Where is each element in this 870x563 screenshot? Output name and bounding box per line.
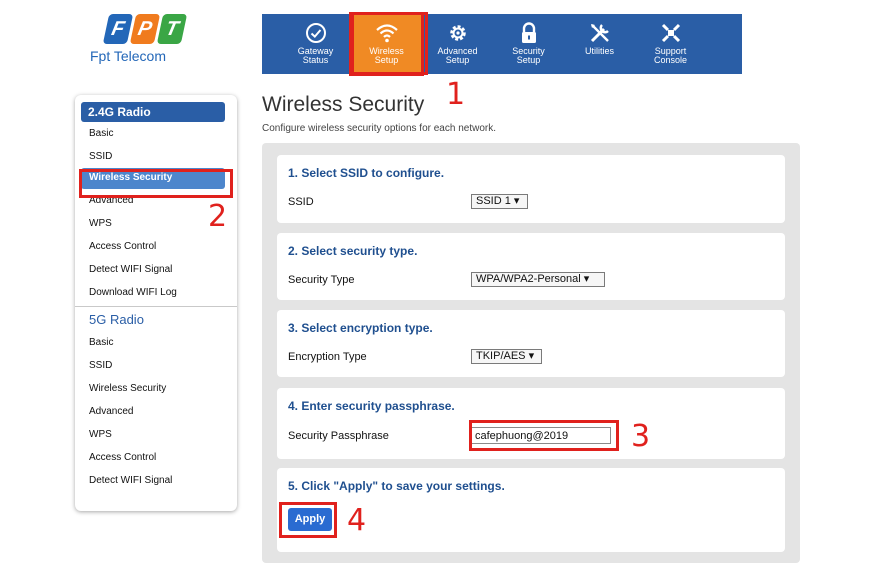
sidebar-item-access-control[interactable]: Access Control	[75, 235, 237, 258]
step4-title: 4. Enter security passphrase.	[288, 399, 455, 413]
logo-letter-p: P	[129, 14, 161, 44]
sidebar-header-24g: 2.4G Radio	[81, 102, 225, 122]
sidebar-item-ssid[interactable]: SSID	[75, 145, 237, 168]
sidebar-item-5g-ssid[interactable]: SSID	[75, 354, 237, 377]
highlight-wireless-security	[79, 169, 233, 198]
nav-utilities[interactable]: Utilities	[564, 14, 635, 74]
highlight-apply	[279, 502, 337, 538]
router-admin-page: F P T Fpt Telecom Gateway Status Wireles…	[0, 0, 870, 563]
sidebar: 2.4G Radio Basic SSID Wireless Security …	[75, 95, 237, 511]
step1-title: 1. Select SSID to configure.	[288, 166, 445, 180]
nav-security-setup[interactable]: Security Setup	[493, 14, 564, 74]
top-nav: Gateway Status Wireless Setup Advanced S…	[262, 12, 742, 76]
fpt-logo: F P T Fpt Telecom	[90, 14, 200, 76]
step5-title: 5. Click "Apply" to save your settings.	[288, 479, 505, 493]
sidebar-header-5g: 5G Radio	[89, 312, 144, 327]
sidebar-item-5g-access-control[interactable]: Access Control	[75, 446, 237, 469]
step2-title: 2. Select security type.	[288, 244, 418, 258]
sidebar-item-5g-wireless-security[interactable]: Wireless Security	[75, 377, 237, 400]
logo-letter-t: T	[156, 14, 188, 44]
sidebar-item-5g-basic[interactable]: Basic	[75, 331, 237, 354]
nav-advanced-setup[interactable]: Advanced Setup	[422, 14, 493, 74]
nav-label: Utilities	[584, 46, 614, 56]
tools-icon	[588, 21, 612, 45]
sidebar-divider	[75, 306, 237, 307]
callout-2: 2	[208, 199, 228, 234]
page-title: Wireless Security	[262, 93, 425, 116]
nav-label: Gateway Status	[297, 46, 334, 65]
lock-icon	[517, 21, 541, 45]
nav-label: Security Setup	[512, 46, 545, 65]
logo-text: Fpt Telecom	[90, 48, 166, 64]
step3-card: 3. Select encryption type. Encryption Ty…	[277, 310, 785, 377]
callout-1: 1	[446, 77, 466, 112]
encryption-type-label: Encryption Type	[288, 351, 367, 363]
settings-panel: 1. Select SSID to configure. SSID SSID 1…	[262, 143, 800, 563]
sidebar-item-5g-advanced[interactable]: Advanced	[75, 400, 237, 423]
ssid-label: SSID	[288, 196, 314, 208]
nav-gateway-status[interactable]: Gateway Status	[280, 14, 351, 74]
step2-card: 2. Select security type. Security Type W…	[277, 233, 785, 300]
security-type-label: Security Type	[288, 274, 355, 286]
page-subtitle: Configure wireless security options for …	[262, 123, 496, 134]
sidebar-item-detect-wifi[interactable]: Detect WIFI Signal	[75, 258, 237, 281]
security-type-select[interactable]: WPA/WPA2-Personal ▾	[471, 272, 605, 287]
sidebar-item-basic[interactable]: Basic	[75, 122, 237, 145]
sidebar-item-5g-detect-wifi[interactable]: Detect WIFI Signal	[75, 469, 237, 492]
passphrase-label: Security Passphrase	[288, 430, 389, 442]
logo-letter-f: F	[102, 14, 134, 44]
sidebar-item-download-log[interactable]: Download WIFI Log	[75, 281, 237, 304]
nav-support-console[interactable]: Support Console	[635, 14, 706, 74]
callout-4: 4	[347, 503, 367, 538]
check-circle-icon	[304, 21, 328, 45]
logo-letters: F P T	[102, 14, 200, 44]
sidebar-item-5g-wps[interactable]: WPS	[75, 423, 237, 446]
encryption-type-select[interactable]: TKIP/AES ▾	[471, 349, 542, 364]
gear-icon	[446, 21, 470, 45]
callout-3: 3	[631, 419, 651, 454]
highlight-wireless-setup	[351, 12, 428, 75]
ssid-select[interactable]: SSID 1 ▾	[471, 194, 528, 209]
support-icon	[659, 21, 683, 45]
highlight-passphrase	[469, 420, 619, 451]
nav-label: Advanced Setup	[437, 46, 478, 65]
nav-label: Support Console	[653, 46, 688, 65]
step3-title: 3. Select encryption type.	[288, 321, 433, 335]
step1-card: 1. Select SSID to configure. SSID SSID 1…	[277, 155, 785, 223]
